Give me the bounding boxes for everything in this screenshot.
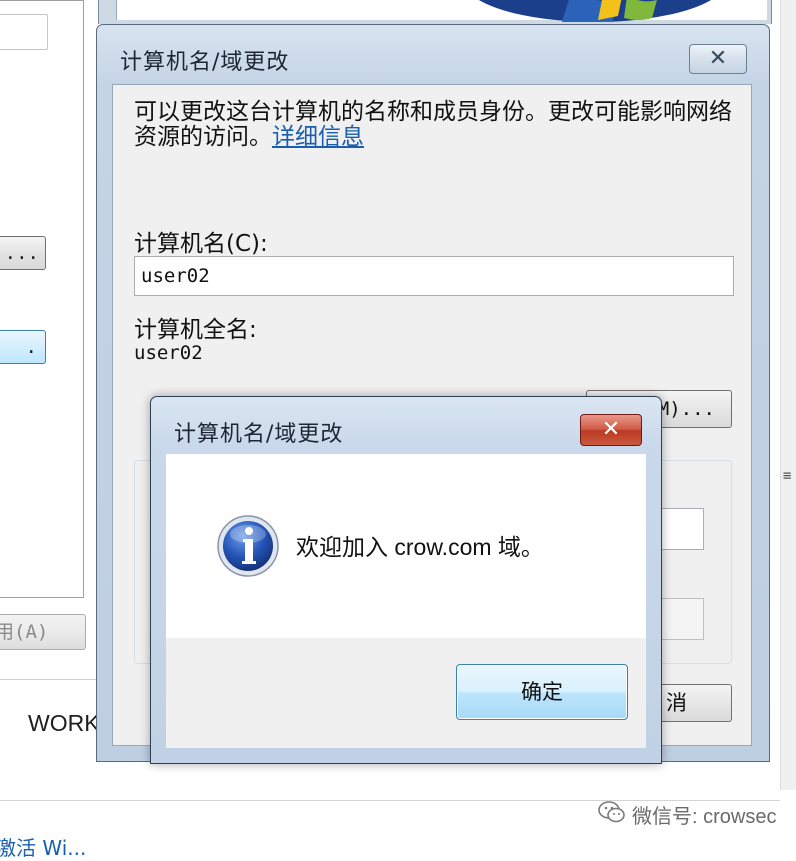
full-computer-name-value: user02	[134, 342, 203, 364]
full-computer-name-label: 计算机全名:	[134, 317, 257, 343]
wechat-icon	[598, 801, 625, 823]
background-divider	[0, 679, 100, 680]
information-icon	[216, 514, 280, 578]
close-icon: ✕	[708, 46, 728, 71]
background-scrollbar	[780, 0, 796, 790]
ok-button[interactable]: 确定	[456, 664, 628, 720]
background-ellipsis-button: ...	[0, 236, 46, 270]
dialog-close-button[interactable]: ✕	[689, 44, 747, 74]
message-box-title: 计算机名/域更改	[174, 422, 344, 447]
windows-logo-icon	[462, 0, 728, 22]
computer-name-label: 计算机名(C):	[134, 231, 268, 257]
background-input-field	[0, 14, 48, 50]
background-window-panel	[0, 0, 84, 598]
intro-description: 可以更改这台计算机的名称和成员身份。更改可能影响网络资源的访问。	[134, 99, 732, 150]
message-text: 欢迎加入 crow.com 域。	[296, 534, 544, 560]
close-icon: ✕	[601, 417, 621, 442]
intro-text: 可以更改这台计算机的名称和成员身份。更改可能影响网络资源的访问。详细信息	[134, 100, 740, 150]
background-activate-link: 激活 Wi...	[0, 836, 87, 860]
message-box-close-button[interactable]: ✕	[580, 414, 642, 446]
computer-name-input[interactable]: user02	[134, 256, 734, 296]
background-workgroup-label: WORK	[28, 710, 100, 736]
background-apply-button: 用(A)	[0, 614, 86, 650]
watermark-text: 微信号: crowsec	[632, 806, 777, 828]
scroll-grip-icon: ≡	[783, 468, 792, 484]
details-link[interactable]: 详细信息	[272, 124, 364, 150]
background-focused-button: .	[0, 330, 46, 364]
dialog-title: 计算机名/域更改	[120, 50, 290, 75]
